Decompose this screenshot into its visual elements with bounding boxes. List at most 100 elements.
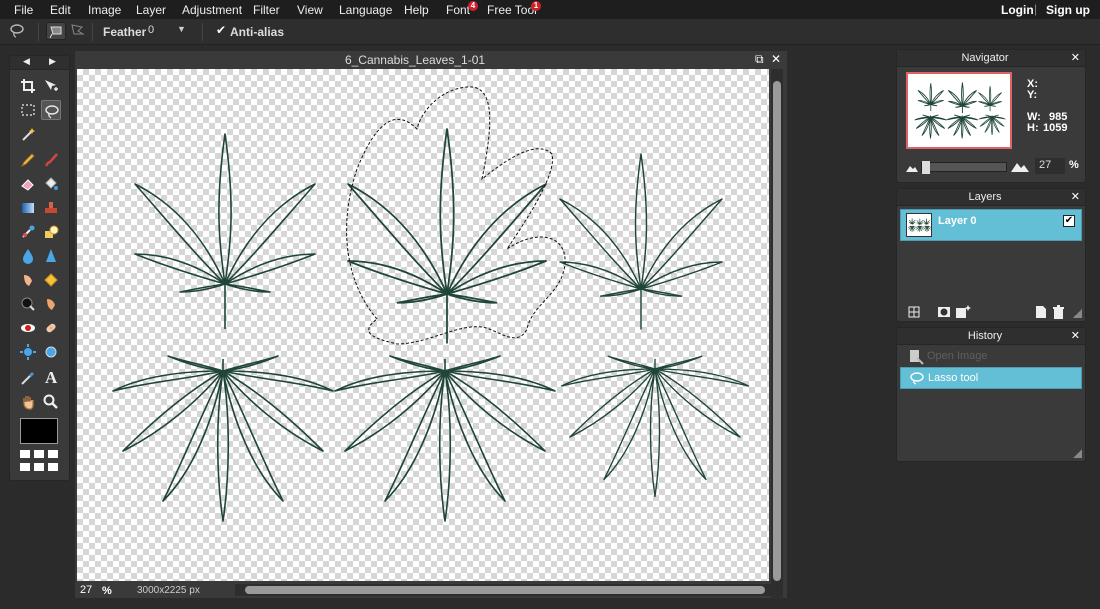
image-dimensions: 3000x2225 px xyxy=(137,585,200,596)
pencil-icon xyxy=(20,153,35,168)
pencil-tool[interactable] xyxy=(18,150,38,170)
menu-view[interactable]: View xyxy=(297,3,323,17)
zoom-level-field[interactable]: 27 xyxy=(80,584,92,596)
navigator-panel: Navigator ✕ X: Y: W: 985 H: 1059 27 % xyxy=(896,49,1086,183)
menu-adjustment[interactable]: Adjustment xyxy=(182,3,242,17)
login-link[interactable]: Login xyxy=(1001,3,1034,17)
feather-input[interactable]: 0 xyxy=(146,23,172,39)
zoom-in-icon[interactable] xyxy=(1011,161,1029,172)
gradient-tool[interactable] xyxy=(18,198,38,218)
hand-tool[interactable] xyxy=(18,392,38,412)
arrow-left-icon[interactable]: ◀ xyxy=(23,56,30,67)
resize-handle-icon[interactable] xyxy=(1073,449,1082,458)
brush-tool[interactable] xyxy=(41,150,61,170)
zoom-slider[interactable] xyxy=(921,161,1007,174)
menu-bar: File Edit Image Layer Adjustment Filter … xyxy=(0,0,1100,19)
color-replace-tool[interactable] xyxy=(18,222,38,242)
horizontal-scrollbar-thumb[interactable] xyxy=(245,586,765,594)
move-icon xyxy=(45,80,58,91)
tools-panel: ◀ ▶ A xyxy=(9,55,70,481)
layer-mask-icon[interactable] xyxy=(937,305,951,319)
zoom-out-icon[interactable] xyxy=(906,164,918,172)
menu-help[interactable]: Help xyxy=(404,3,429,17)
zoom-unit: % xyxy=(102,585,112,597)
crop-tool[interactable] xyxy=(18,76,38,96)
history-item-active[interactable]: Lasso tool xyxy=(900,367,1082,389)
image-canvas[interactable] xyxy=(77,69,769,581)
vertical-scrollbar-thumb[interactable] xyxy=(773,81,781,581)
navigator-zoom-input[interactable]: 27 xyxy=(1035,158,1065,174)
navigator-thumbnail[interactable] xyxy=(906,72,1012,149)
menu-free-tool[interactable]: Free Tool xyxy=(487,3,537,17)
menu-language[interactable]: Language xyxy=(339,3,392,17)
navigator-header: Navigator ✕ xyxy=(897,50,1085,67)
dodge-tool[interactable] xyxy=(18,294,38,314)
clone-stamp-icon xyxy=(45,202,57,213)
resize-handle-icon[interactable] xyxy=(1073,309,1082,318)
layers-title: Layers xyxy=(968,191,1002,203)
layers-header: Layers ✕ xyxy=(897,189,1085,206)
menu-layer[interactable]: Layer xyxy=(136,3,166,17)
red-eye-icon xyxy=(21,324,35,332)
restore-window-icon[interactable]: ⧉ xyxy=(755,52,764,67)
open-image-icon xyxy=(910,350,924,365)
new-layer-icon[interactable] xyxy=(1035,305,1047,319)
smudge-tool[interactable] xyxy=(18,270,38,290)
menu-image[interactable]: Image xyxy=(88,3,121,17)
lasso-tool[interactable] xyxy=(41,100,61,120)
lasso-freehand-icon[interactable] xyxy=(46,22,66,40)
arrow-right-icon[interactable]: ▶ xyxy=(49,56,56,67)
burn-tool[interactable] xyxy=(41,294,61,314)
layers-panel: Layers ✕ Layer 0 ✔ xyxy=(896,188,1086,322)
history-item[interactable]: Open Image xyxy=(900,346,1082,368)
history-header: History ✕ xyxy=(897,328,1085,345)
layer-styles-icon[interactable] xyxy=(955,304,971,319)
clone-stamp-tool[interactable] xyxy=(41,198,61,218)
type-tool[interactable]: A xyxy=(41,368,61,388)
eraser-tool[interactable] xyxy=(18,174,38,194)
marquee-tool[interactable] xyxy=(18,100,38,120)
menu-edit[interactable]: Edit xyxy=(50,3,71,17)
color-picker-tool[interactable] xyxy=(18,368,38,388)
dodge-icon xyxy=(21,297,35,311)
menu-filter[interactable]: Filter xyxy=(253,3,280,17)
menu-file[interactable]: File xyxy=(14,3,33,17)
menu-font[interactable]: Font xyxy=(446,3,470,17)
drawing-tool[interactable] xyxy=(41,222,61,242)
blur-tool[interactable] xyxy=(18,246,38,266)
document-title: 6_Cannabis_Leaves_1-01 xyxy=(344,53,486,67)
bloat-tool[interactable] xyxy=(18,342,38,362)
zoom-slider-handle[interactable] xyxy=(922,161,930,174)
foreground-color-swatch[interactable] xyxy=(20,418,58,444)
type-icon: A xyxy=(45,368,58,387)
trash-icon[interactable] xyxy=(1052,305,1065,319)
signup-link[interactable]: Sign up xyxy=(1046,3,1090,17)
grid-icon[interactable] xyxy=(20,450,60,476)
lasso-selection xyxy=(346,86,566,345)
layer-properties-icon[interactable] xyxy=(908,306,920,318)
paint-bucket-tool[interactable] xyxy=(41,174,61,194)
history-item-label: Lasso tool xyxy=(928,372,979,384)
close-icon[interactable]: ✕ xyxy=(1071,51,1080,64)
red-eye-tool[interactable] xyxy=(18,318,38,338)
color-replace-icon xyxy=(22,225,35,238)
vertical-scrollbar[interactable] xyxy=(771,69,783,599)
pinch-tool[interactable] xyxy=(41,342,61,362)
zoom-tool[interactable] xyxy=(41,392,61,412)
close-icon[interactable]: ✕ xyxy=(1071,329,1080,342)
antialias-checkbox[interactable]: ✔ xyxy=(216,24,228,37)
layer-row[interactable]: Layer 0 ✔ xyxy=(900,209,1082,241)
spot-heal-tool[interactable] xyxy=(41,318,61,338)
sharpen-tool[interactable] xyxy=(41,246,61,266)
magic-wand-tool[interactable] xyxy=(18,124,38,144)
layer-visibility-checkbox[interactable]: ✔ xyxy=(1063,215,1075,227)
sponge-tool[interactable] xyxy=(41,270,61,290)
close-icon[interactable]: ✕ xyxy=(1071,190,1080,203)
cannabis-leaves-artwork xyxy=(112,86,750,522)
lasso-icon xyxy=(910,372,924,385)
horizontal-scrollbar[interactable] xyxy=(235,584,775,596)
chevron-down-icon[interactable]: ▼ xyxy=(177,24,186,34)
lasso-polygon-icon[interactable] xyxy=(68,22,88,40)
move-tool[interactable] xyxy=(41,76,61,96)
close-icon[interactable]: ✕ xyxy=(771,52,781,66)
